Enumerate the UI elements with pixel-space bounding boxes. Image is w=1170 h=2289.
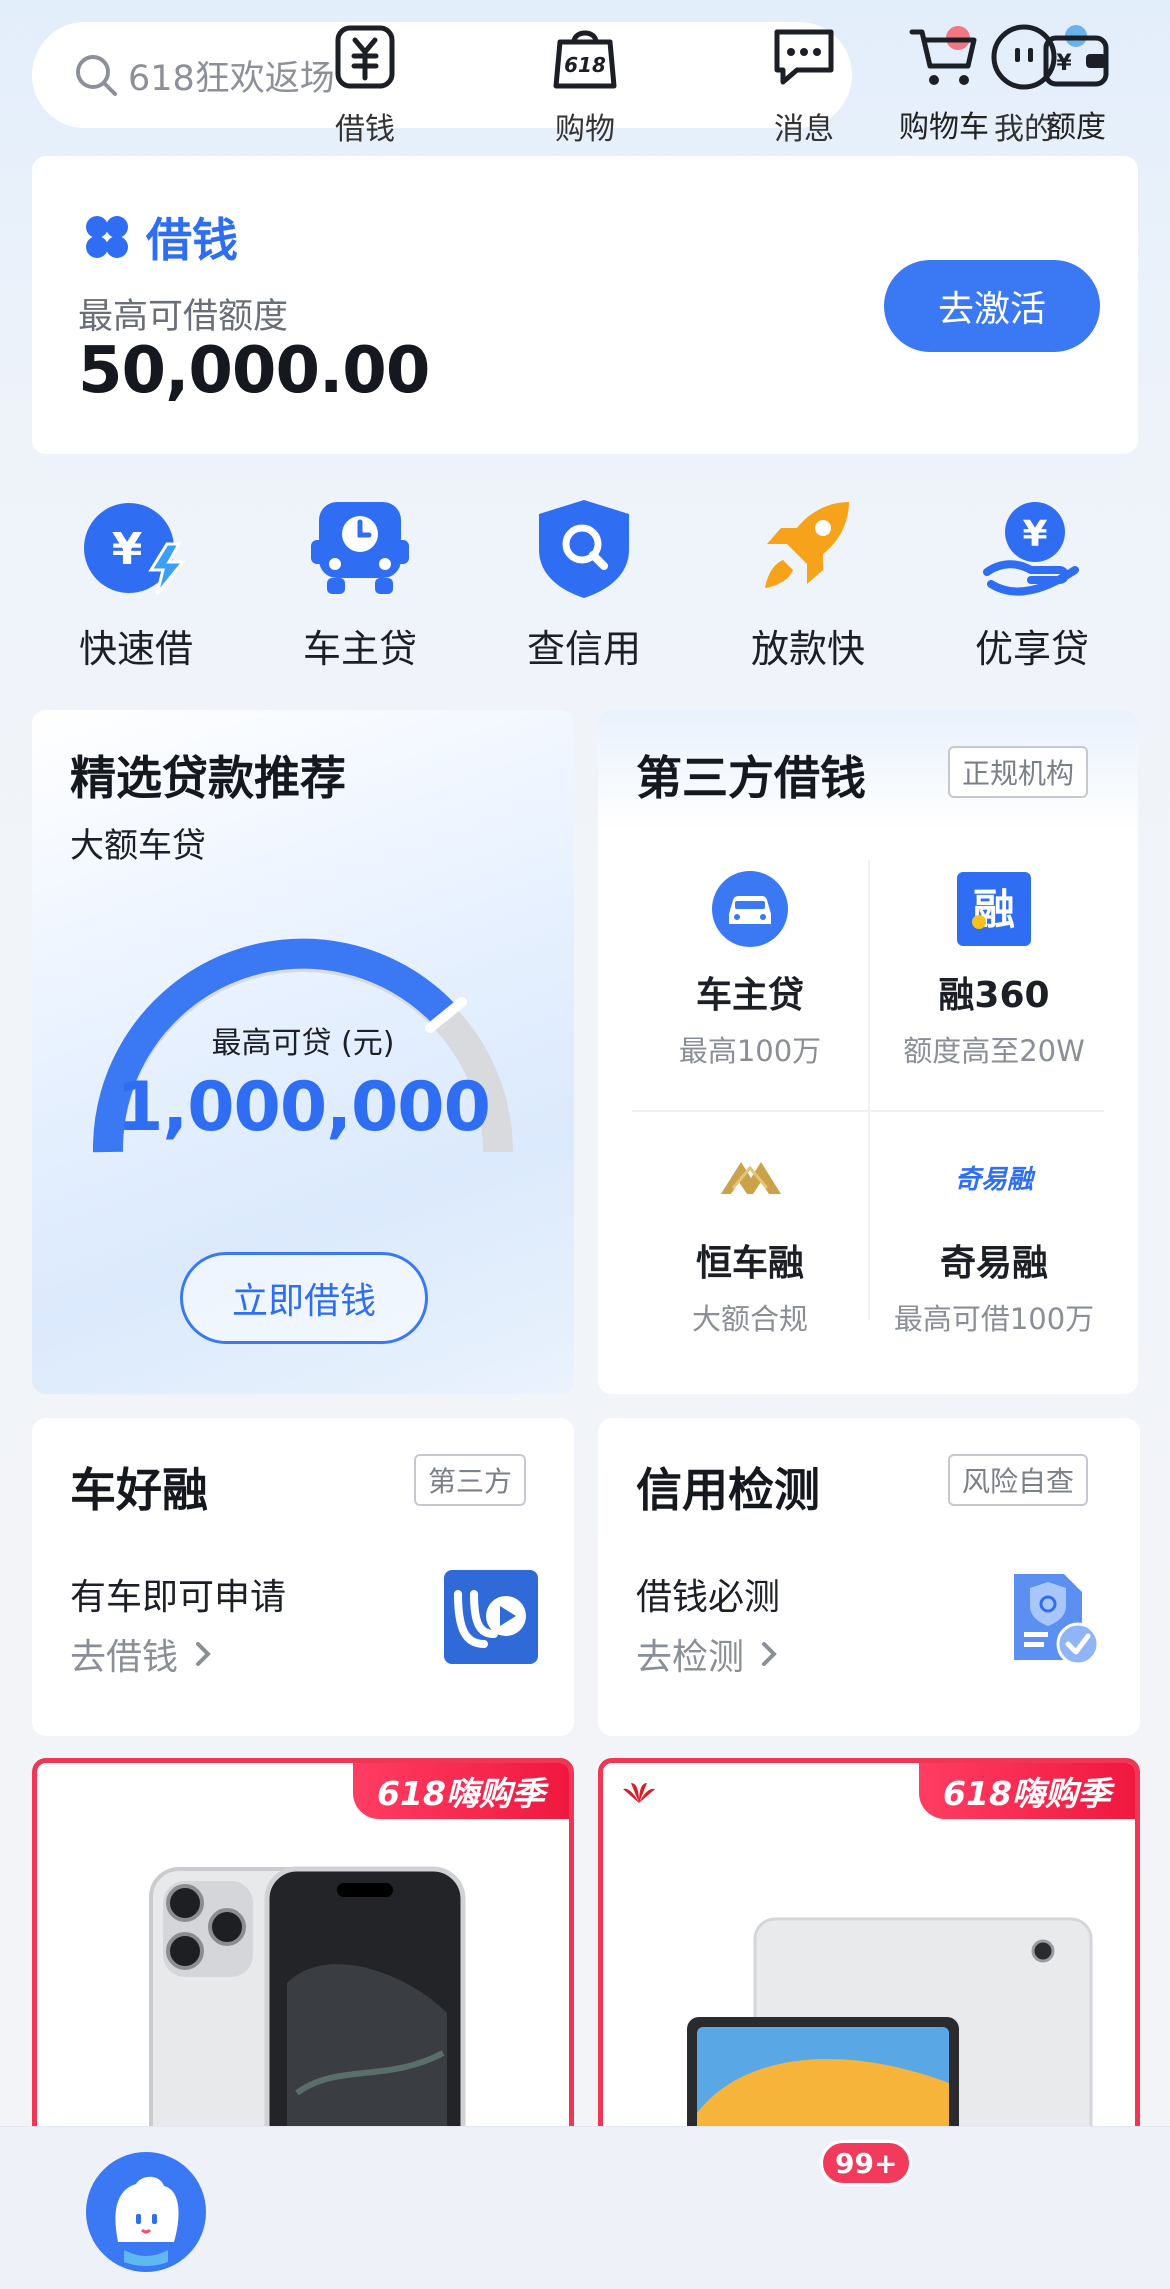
che-hao-rong-logo-icon (444, 1570, 538, 1664)
quick-nav-car-loan[interactable]: 车主贷 (270, 498, 450, 673)
recommend-subtitle: 大额车贷 (70, 826, 206, 866)
chat-bubble-icon (774, 29, 834, 85)
credit-check-card[interactable]: 信用检测 风险自查 借钱必测 去检测 (598, 1418, 1140, 1736)
provider-name: 恒车融 (695, 1243, 804, 1284)
provider-rong360[interactable]: 融 融360 额度高至20W (876, 870, 1112, 1070)
chevron-right-icon (762, 1642, 777, 1666)
message-count-badge: 99+ (820, 2140, 913, 2186)
borrow-card-subtitle: 最高可借额度 (78, 297, 289, 337)
go-borrow-link[interactable]: 去借钱 (70, 1628, 218, 1680)
car-icon (311, 502, 409, 594)
shop-icon-text: 618 (564, 53, 606, 77)
tab-label: 购物 (555, 112, 615, 147)
provider-desc: 最高100万 (678, 1034, 822, 1068)
card-description: 有车即可申请 (70, 1577, 287, 1618)
quick-nav-fast-borrow[interactable]: ¥ 快速借 (46, 498, 226, 673)
borrow-now-button[interactable]: 立即借钱 (180, 1252, 428, 1344)
quick-nav-label: 查信用 (526, 627, 641, 671)
tab-home[interactable] (66, 2150, 226, 2286)
card-title: 车好融 (70, 1463, 208, 1517)
borrow-amount: 50,000.00 (78, 334, 430, 408)
gauge-value: 1,000,000 (116, 1068, 491, 1147)
tab-messages[interactable]: 消息 (724, 22, 884, 148)
borrow-card[interactable]: 借钱 最高可借额度 50,000.00 去激活 (32, 156, 1138, 454)
tab-shopping[interactable]: 618 购物 (505, 22, 665, 148)
provider-car-loan[interactable]: 车主贷 最高100万 (632, 870, 868, 1070)
clover-icon (86, 216, 128, 258)
quick-nav-fast-payout[interactable]: 放款快 (718, 498, 898, 673)
third-party-title: 第三方借钱 (636, 751, 866, 805)
card-tag: 第三方 (414, 1454, 527, 1506)
hengcherong-logo-icon (721, 1162, 781, 1194)
credit-report-icon (1014, 1574, 1100, 1666)
provider-hengcherong[interactable]: 恒车融 大额合规 (632, 1138, 868, 1338)
quick-nav-label: 快速借 (78, 627, 193, 671)
provider-desc: 最高可借100万 (893, 1302, 1095, 1336)
che-hao-rong-card[interactable]: 车好融 第三方 有车即可申请 去借钱 (32, 1418, 574, 1736)
provider-name: 融360 (938, 975, 1050, 1016)
link-label: 去借钱 (70, 1637, 179, 1678)
promo-badge: 618嗨购季 (919, 1763, 1135, 1819)
provider-desc: 额度高至20W (903, 1034, 1085, 1068)
card-tag: 风险自查 (948, 1454, 1089, 1506)
link-label: 去检测 (636, 1637, 745, 1678)
car-circle-icon (712, 871, 788, 947)
qiyirong-logo-icon: 奇易融 (955, 1165, 1036, 1195)
tab-label: 消息 (774, 112, 834, 147)
provider-qiyirong[interactable]: 奇易融 奇易融 最高可借100万 (876, 1138, 1112, 1338)
divider (632, 1110, 1104, 1112)
provider-desc: 大额合规 (691, 1302, 808, 1336)
divider (868, 860, 870, 1320)
borrow-tab-icon (335, 25, 395, 89)
svg-text:¥: ¥ (112, 524, 143, 575)
shopping-bag-icon: 618 (553, 30, 617, 89)
borrow-card-header: 借钱 (84, 204, 238, 270)
huawei-logo-icon (623, 1783, 655, 1803)
promo-badge: 618嗨购季 (353, 1763, 569, 1819)
rong360-logo-icon: 融 (957, 872, 1031, 946)
third-party-tag: 正规机构 (948, 746, 1089, 798)
yen-lightning-icon: ¥ (84, 503, 187, 595)
chevron-right-icon (196, 1642, 211, 1666)
rocket-icon (765, 502, 849, 588)
mascot-avatar-icon (86, 2152, 206, 2272)
quick-nav-label: 车主贷 (302, 627, 417, 671)
svg-text:¥: ¥ (1022, 514, 1047, 555)
provider-name: 车主贷 (695, 975, 804, 1016)
borrow-card-title: 借钱 (146, 213, 238, 267)
tab-profile[interactable]: 我的 (944, 22, 1104, 148)
go-check-link[interactable]: 去检测 (636, 1628, 784, 1680)
quick-nav-check-credit[interactable]: 查信用 (494, 498, 674, 673)
provider-name: 奇易融 (939, 1243, 1048, 1284)
recommend-title: 精选贷款推荐 (70, 751, 346, 805)
shield-search-icon (539, 500, 629, 598)
hand-coin-icon: ¥ (983, 502, 1079, 596)
card-description: 借钱必测 (636, 1577, 781, 1618)
card-title: 信用检测 (636, 1463, 820, 1517)
loan-recommend-card[interactable]: 精选贷款推荐 大额车贷 最高可贷 (元) 1,000,000 立即借钱 (32, 710, 574, 1394)
activate-button[interactable]: 去激活 (884, 260, 1100, 352)
tab-label: 我的 (994, 112, 1054, 147)
quick-nav-premium-loan[interactable]: ¥ 优享贷 (942, 498, 1122, 673)
tab-borrow[interactable]: 借钱 (285, 22, 445, 148)
gauge-label: 最高可贷 (元) (211, 1026, 395, 1061)
profile-face-icon (991, 24, 1057, 90)
quick-nav-label: 放款快 (750, 627, 865, 671)
tab-label: 借钱 (335, 112, 395, 147)
third-party-card: 第三方借钱 正规机构 车主贷 最高100万 融 融360 额度高至20W 恒车融… (598, 710, 1138, 1394)
quick-nav-label: 优享贷 (974, 627, 1089, 671)
qiyirong-logo-text: 奇易融 (955, 1165, 1036, 1195)
search-icon (76, 55, 117, 96)
